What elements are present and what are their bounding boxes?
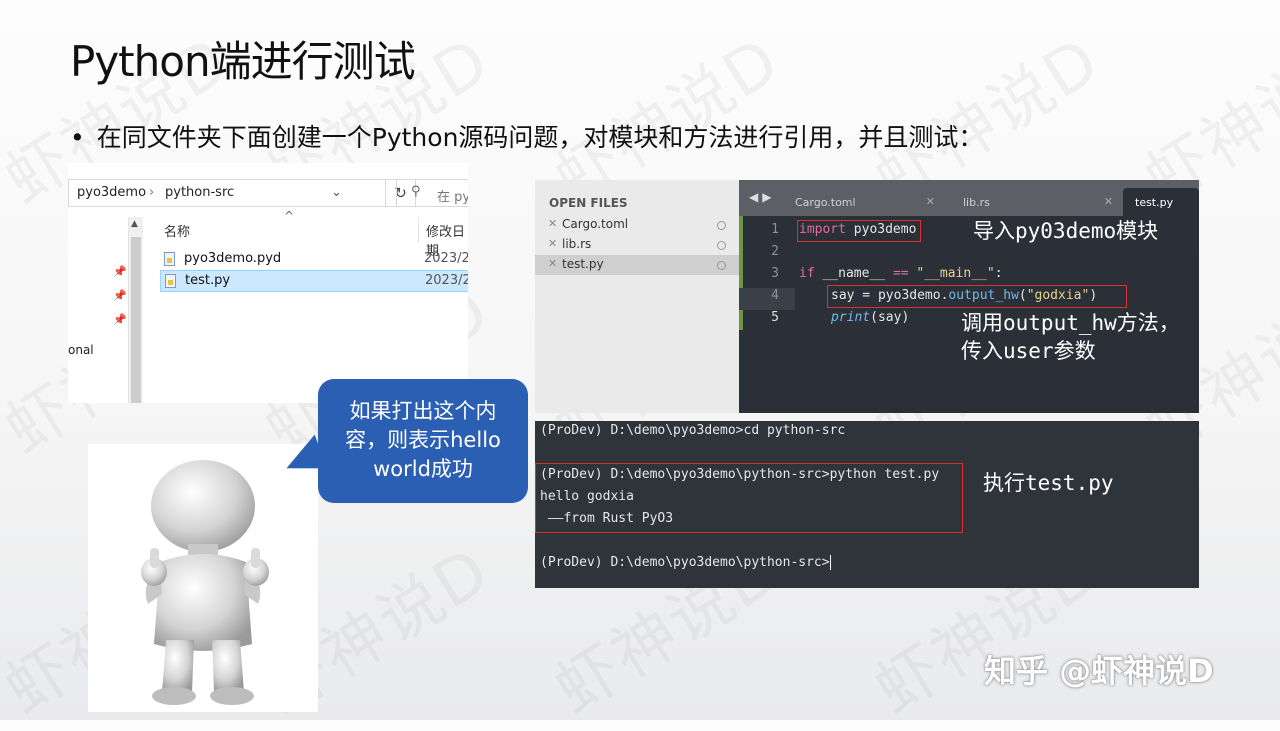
- open-files-title: OPEN FILES: [549, 196, 628, 210]
- bullet-text: • 在同文件夹下面创建一个Python源码问题，对模块和方法进行引用，并且测试：: [70, 118, 983, 154]
- code-line: print(say): [831, 310, 909, 325]
- breadcrumb-item[interactable]: pyo3demo: [77, 185, 146, 200]
- scrollbar[interactable]: ▲: [128, 217, 143, 403]
- code-text: :: [994, 266, 1003, 281]
- call-annotation: 调用output_hw方法，: [961, 311, 1180, 335]
- bubble-text-line: 容，则表示hello: [345, 428, 501, 452]
- tab-label: lib.rs: [963, 196, 990, 209]
- tab-bar: ◀▶ Cargo.toml ✕ lib.rs ✕ test.py: [739, 180, 1199, 216]
- output-highlight-box: [535, 463, 963, 533]
- column-header-name[interactable]: 名称: [164, 221, 190, 240]
- code-line: if __name__ == "__main__":: [799, 266, 1003, 281]
- search-placeholder: 在 pyt: [437, 190, 468, 205]
- code-string: "__main__": [908, 266, 995, 281]
- speech-bubble: 如果打出这个内 容，则表示hello world成功: [318, 379, 528, 503]
- line-number: 3: [771, 266, 779, 281]
- tab-lib-rs[interactable]: lib.rs ✕: [951, 188, 1121, 216]
- terminal-prompt: (ProDev) D:\demo\pyo3demo\python-src>: [540, 555, 831, 570]
- tab-test-py[interactable]: test.py: [1123, 188, 1199, 216]
- file-row-selected[interactable]: test.py 2023/2,: [160, 270, 468, 292]
- file-name: pyo3demo.pyd: [184, 251, 282, 266]
- chevron-down-icon[interactable]: ⌄: [331, 185, 342, 200]
- call-annotation: 传入user参数: [961, 339, 1096, 363]
- tab-cargo-toml[interactable]: Cargo.toml ✕: [783, 188, 943, 216]
- bullet-label: 在同文件夹下面创建一个Python源码问题，对模块和方法进行引用，并且测试：: [96, 123, 984, 152]
- person-illustration-panel: [88, 444, 318, 712]
- open-files-sidebar: OPEN FILES ✕ Cargo.toml ✕ lib.rs ✕ test.…: [535, 180, 739, 413]
- run-annotation: 执行test.py: [983, 471, 1114, 495]
- code-text: (say): [870, 310, 910, 325]
- line-number: 2: [771, 244, 779, 259]
- sort-caret-icon: ^: [284, 209, 295, 223]
- line-number: 4: [771, 288, 779, 303]
- search-input[interactable]: ⚲ 在 pyt: [396, 179, 468, 207]
- thumbs-up-person-illustration: [141, 460, 269, 705]
- pin-icon[interactable]: 📌: [113, 313, 127, 326]
- code-keyword: if: [799, 266, 815, 281]
- import-highlight-box: [797, 220, 921, 242]
- code-editor: OPEN FILES ✕ Cargo.toml ✕ lib.rs ✕ test.…: [535, 180, 1199, 413]
- open-file-item-active[interactable]: ✕ test.py: [535, 255, 739, 275]
- tab-label: Cargo.toml: [795, 196, 856, 209]
- terminal-line: (ProDev) D:\demo\pyo3demo>cd python-src: [540, 423, 846, 438]
- scrollbar-thumb[interactable]: [131, 237, 141, 403]
- file-date: 2023/2,: [425, 273, 468, 288]
- bullet-dot: •: [70, 123, 85, 152]
- file-explorer: pyo3demo › python-src ⌄ ↻ ⚲ 在 pyt 📌 📌 📌 …: [68, 163, 468, 403]
- close-icon[interactable]: ✕: [548, 217, 557, 230]
- pin-icon[interactable]: 📌: [113, 289, 127, 302]
- nav-item-label[interactable]: onal: [68, 343, 94, 357]
- bubble-text-line: world成功: [373, 457, 473, 481]
- modified-gutter-marker: [739, 216, 743, 330]
- line-number: 5: [771, 310, 779, 325]
- file-name: test.py: [185, 273, 231, 288]
- close-icon[interactable]: ✕: [548, 257, 557, 270]
- file-status-icon: [717, 241, 726, 250]
- file-date: 2023/2,: [424, 251, 468, 266]
- close-icon[interactable]: ✕: [548, 237, 557, 250]
- scroll-up-icon[interactable]: ▲: [131, 219, 138, 229]
- terminal-line: (ProDev) D:\demo\pyo3demo\python-src>: [540, 555, 830, 570]
- terminal[interactable]: (ProDev) D:\demo\pyo3demo>cd python-src …: [535, 421, 1199, 588]
- chevron-right-icon: ›: [149, 185, 155, 200]
- call-highlight-box: [827, 285, 1127, 308]
- open-file-item[interactable]: ✕ Cargo.toml: [535, 215, 739, 235]
- navigation-pane: 📌 📌 📌 onal: [68, 217, 128, 403]
- import-annotation: 导入py03demo模块: [973, 219, 1159, 243]
- pin-icon[interactable]: 📌: [113, 265, 127, 278]
- close-icon[interactable]: ✕: [926, 195, 935, 208]
- python-file-icon: [164, 252, 175, 266]
- code-operator: ==: [892, 266, 909, 281]
- code-text: __name__: [814, 266, 893, 281]
- column-divider: [418, 217, 419, 243]
- code-function: print: [831, 310, 871, 325]
- close-icon[interactable]: ✕: [1104, 195, 1113, 208]
- breadcrumb-item[interactable]: python-src: [165, 185, 234, 200]
- open-file-item[interactable]: ✕ lib.rs: [535, 235, 739, 255]
- file-status-icon: [717, 221, 726, 230]
- slide-title: Python端进行测试: [70, 37, 416, 86]
- tab-label: test.py: [1135, 196, 1174, 209]
- source-credit: 知乎 @虾神说D: [984, 652, 1214, 690]
- search-icon: ⚲: [411, 184, 421, 199]
- open-file-name: Cargo.toml: [562, 217, 629, 231]
- file-row[interactable]: pyo3demo.pyd 2023/2,: [160, 249, 468, 271]
- open-file-name: lib.rs: [562, 237, 592, 251]
- file-status-icon: [717, 261, 726, 270]
- bubble-text-line: 如果打出这个内: [349, 399, 497, 423]
- address-bar[interactable]: pyo3demo › python-src ⌄: [68, 179, 386, 207]
- line-number: 1: [771, 222, 779, 237]
- tab-nav-arrows-icon[interactable]: ◀▶: [749, 190, 775, 204]
- open-file-name: test.py: [562, 257, 604, 271]
- text-cursor: [829, 555, 831, 570]
- python-file-icon: [165, 274, 176, 288]
- code-area[interactable]: 1 2 3 4 5 import pyo3demo if __name__ ==…: [739, 216, 1199, 413]
